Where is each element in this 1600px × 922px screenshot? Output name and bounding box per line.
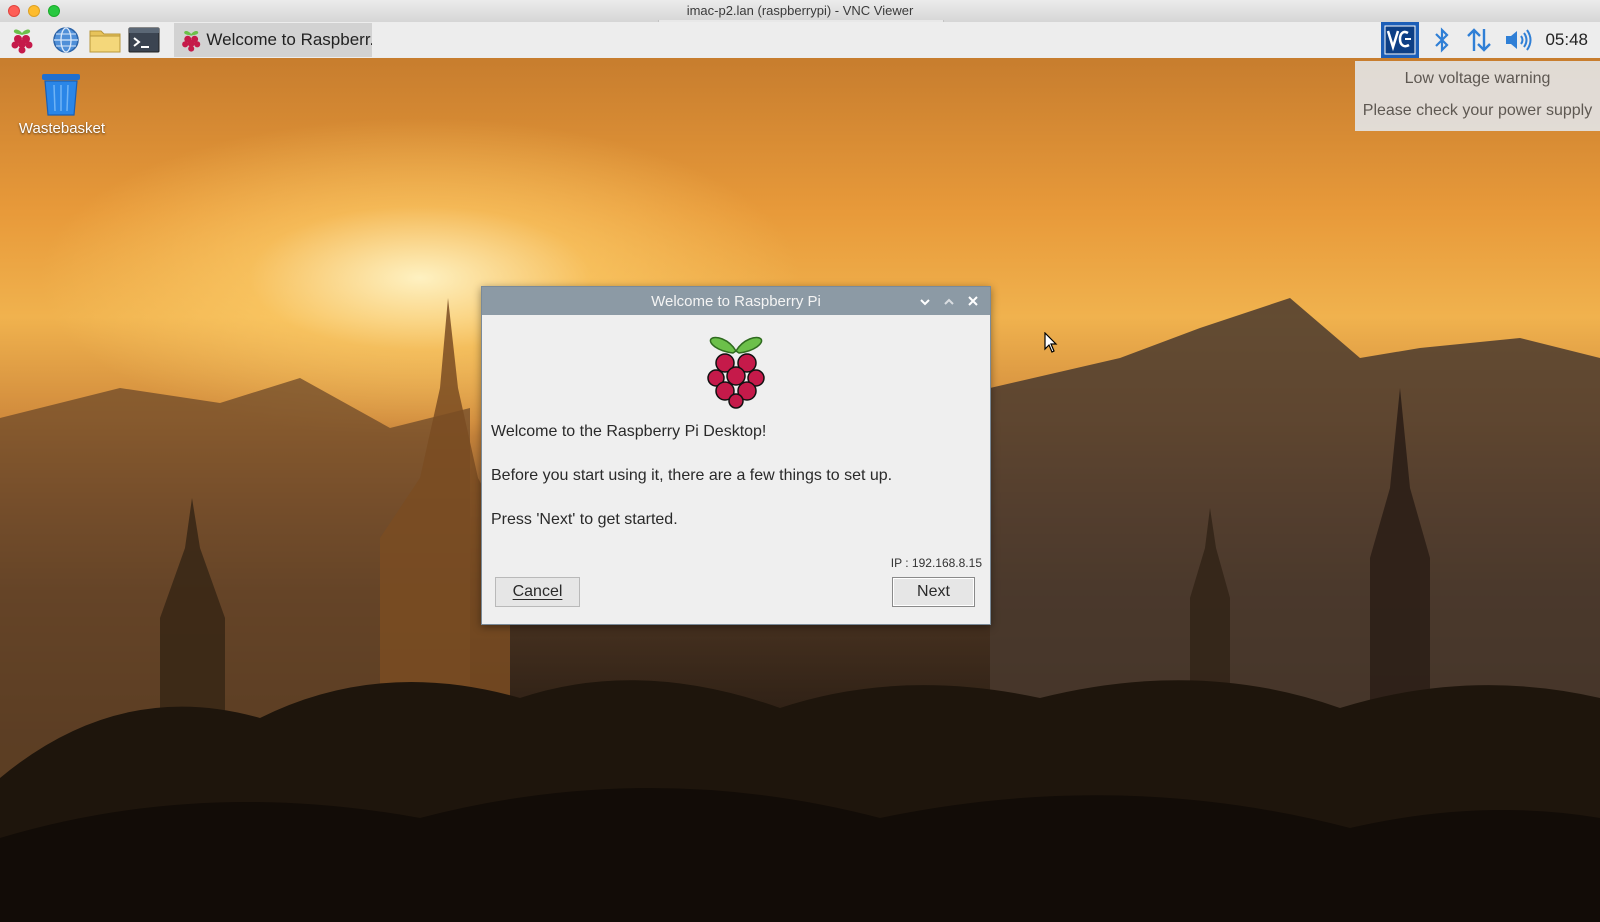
taskbar-task-welcome[interactable]: Welcome to Raspberr... [174, 23, 372, 57]
taskbar: Welcome to Raspberr... 05:48 [0, 22, 1600, 59]
window-title: imac-p2.lan (raspberrypi) - VNC Viewer [686, 3, 914, 18]
next-button-label: Next [917, 583, 950, 600]
vnc-server-icon[interactable] [1381, 22, 1419, 58]
task-label: Welcome to Raspberr... [206, 30, 372, 49]
dialog-minimize-button[interactable] [916, 291, 934, 311]
low-voltage-notification[interactable]: Low voltage warning Please check your po… [1355, 61, 1600, 131]
setup-text: Before you start using it, there are a f… [491, 467, 893, 484]
chevron-up-icon [944, 298, 954, 305]
web-browser-icon[interactable] [50, 25, 82, 55]
dialog-titlebar[interactable]: Welcome to Raspberry Pi [482, 287, 990, 315]
notification-title: Low voltage warning [1404, 70, 1551, 87]
bluetooth-icon[interactable] [1428, 22, 1456, 58]
dialog-title: Welcome to Raspberry Pi [651, 293, 821, 310]
cancel-button[interactable]: Cancel [495, 577, 580, 607]
cancel-button-label: Cancel [512, 583, 563, 600]
file-manager-icon[interactable] [89, 25, 121, 55]
mouse-cursor-icon [1044, 332, 1058, 353]
raspberry-icon [182, 30, 201, 52]
ip-address: IP : 192.168.8.15 [890, 556, 982, 570]
welcome-text: Welcome to the Raspberry Pi Desktop! [491, 423, 767, 440]
instruction-text: Press 'Next' to get started. [491, 511, 678, 528]
network-icon[interactable] [1464, 22, 1494, 58]
welcome-dialog: Welcome to Raspberry Pi Welcome to the R… [481, 286, 991, 625]
next-button[interactable]: Next [892, 577, 975, 607]
wastebasket-icon[interactable] [40, 72, 82, 116]
close-icon [968, 296, 978, 306]
notification-message: Please check your power supply [1362, 102, 1593, 119]
raspberry-pi-logo [707, 336, 765, 409]
volume-icon[interactable] [1503, 22, 1535, 58]
chevron-down-icon [920, 299, 930, 306]
raspberry-menu-icon[interactable] [6, 25, 38, 55]
dialog-maximize-button[interactable] [940, 291, 958, 311]
clock[interactable]: 05:48 [1545, 30, 1588, 50]
dialog-close-button[interactable] [964, 291, 982, 311]
terminal-icon[interactable] [128, 25, 160, 55]
wastebasket-label[interactable]: Wastebasket [8, 120, 116, 137]
